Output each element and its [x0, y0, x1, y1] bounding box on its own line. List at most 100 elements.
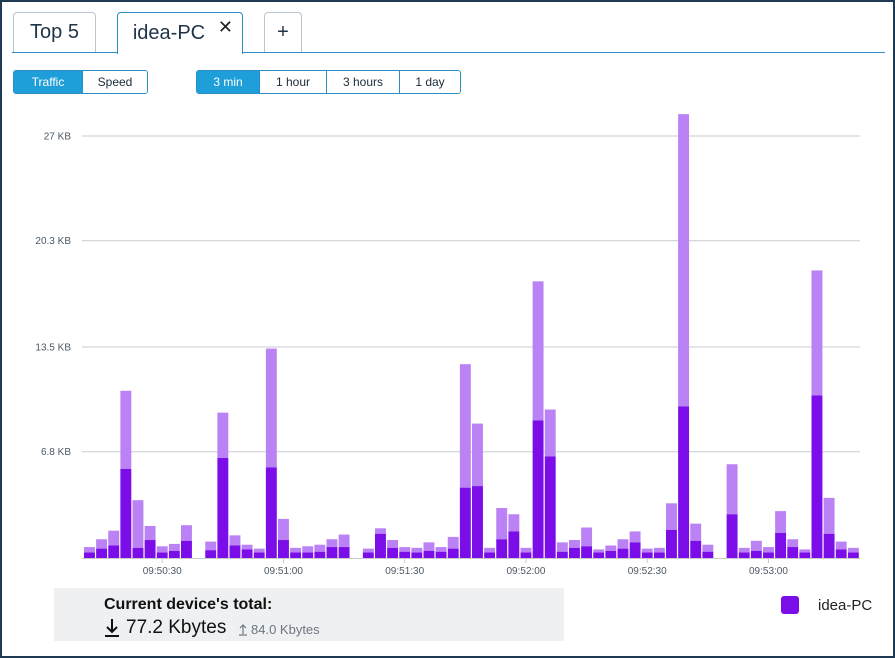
bar-upload[interactable]: [641, 548, 653, 553]
bar-upload[interactable]: [290, 547, 302, 553]
bar-download[interactable]: [265, 467, 277, 558]
bar-download[interactable]: [326, 547, 338, 558]
bar-download[interactable]: [581, 546, 593, 558]
bar-download[interactable]: [338, 547, 350, 558]
bar-upload[interactable]: [799, 549, 811, 553]
bar-download[interactable]: [496, 539, 508, 558]
bar-upload[interactable]: [544, 409, 556, 457]
bar-upload[interactable]: [132, 500, 144, 548]
bar-download[interactable]: [835, 549, 847, 558]
bar-upload[interactable]: [217, 412, 229, 458]
add-tab-button[interactable]: +: [264, 12, 302, 52]
range-1day-button[interactable]: 1 day: [400, 71, 460, 93]
bar-upload[interactable]: [181, 525, 192, 541]
bar-download[interactable]: [387, 547, 399, 558]
bar-download[interactable]: [144, 540, 156, 558]
bar-upload[interactable]: [763, 547, 774, 553]
bar-download[interactable]: [678, 406, 690, 558]
bar-upload[interactable]: [617, 539, 629, 549]
bar-upload[interactable]: [399, 547, 411, 552]
bar-download[interactable]: [544, 456, 556, 558]
bar-download[interactable]: [229, 545, 241, 558]
bar-download[interactable]: [653, 552, 665, 558]
bar-download[interactable]: [484, 552, 496, 558]
bar-upload[interactable]: [120, 390, 132, 469]
bar-upload[interactable]: [532, 281, 544, 421]
bar-download[interactable]: [641, 552, 653, 558]
bar-download[interactable]: [508, 531, 520, 558]
bar-upload[interactable]: [702, 544, 714, 552]
bar-upload[interactable]: [229, 535, 241, 546]
bar-download[interactable]: [775, 532, 787, 558]
bar-upload[interactable]: [108, 530, 120, 546]
bar-download[interactable]: [569, 547, 580, 558]
bar-upload[interactable]: [593, 549, 605, 553]
bar-upload[interactable]: [423, 542, 435, 551]
bar-upload[interactable]: [690, 523, 702, 541]
range-1hour-button[interactable]: 1 hour: [260, 71, 327, 93]
chart-legend[interactable]: idea-PC: [781, 596, 872, 614]
bar-upload[interactable]: [278, 518, 289, 541]
bar-upload[interactable]: [472, 423, 483, 487]
bar-upload[interactable]: [411, 547, 423, 553]
bar-download[interactable]: [750, 550, 762, 558]
bar-upload[interactable]: [787, 539, 799, 548]
bar-download[interactable]: [423, 550, 435, 558]
tab-idea-pc[interactable]: idea-PC ✕: [117, 12, 243, 54]
bar-download[interactable]: [690, 540, 702, 558]
bar-upload[interactable]: [823, 497, 835, 534]
bar-download[interactable]: [205, 550, 217, 558]
bar-upload[interactable]: [96, 539, 108, 549]
bar-download[interactable]: [290, 552, 302, 558]
range-3min-button[interactable]: 3 min: [197, 71, 260, 93]
bar-download[interactable]: [556, 551, 568, 558]
speed-button[interactable]: Speed: [83, 71, 147, 93]
bar-download[interactable]: [314, 551, 326, 558]
bar-upload[interactable]: [653, 547, 665, 553]
bar-download[interactable]: [435, 551, 447, 558]
bar-download[interactable]: [108, 545, 120, 558]
bar-upload[interactable]: [508, 514, 520, 532]
bar-download[interactable]: [823, 533, 835, 558]
bar-upload[interactable]: [447, 536, 459, 549]
bar-download[interactable]: [302, 552, 314, 558]
bar-upload[interactable]: [205, 541, 217, 551]
bar-upload[interactable]: [629, 531, 641, 543]
bar-download[interactable]: [156, 552, 168, 558]
bar-download[interactable]: [593, 552, 605, 558]
bar-upload[interactable]: [520, 547, 532, 553]
bar-upload[interactable]: [84, 547, 95, 553]
bar-download[interactable]: [447, 548, 459, 558]
bar-download[interactable]: [787, 547, 799, 558]
bar-download[interactable]: [847, 552, 859, 558]
bar-download[interactable]: [362, 552, 374, 558]
bar-upload[interactable]: [556, 542, 568, 552]
bar-upload[interactable]: [314, 544, 326, 552]
bar-upload[interactable]: [569, 540, 580, 548]
bar-upload[interactable]: [811, 270, 823, 396]
bar-upload[interactable]: [835, 541, 847, 550]
bar-download[interactable]: [472, 486, 483, 558]
bar-download[interactable]: [120, 468, 132, 558]
bar-download[interactable]: [253, 552, 265, 558]
bar-download[interactable]: [459, 487, 471, 558]
bar-download[interactable]: [132, 547, 144, 558]
bar-download[interactable]: [84, 552, 95, 558]
bar-download[interactable]: [181, 540, 192, 558]
bar-upload[interactable]: [726, 464, 738, 515]
bar-download[interactable]: [702, 551, 714, 558]
bar-upload[interactable]: [375, 528, 386, 534]
bar-upload[interactable]: [435, 547, 447, 552]
close-icon[interactable]: ✕: [218, 17, 233, 38]
bar-upload[interactable]: [338, 534, 350, 548]
bar-download[interactable]: [666, 529, 677, 558]
bar-download[interactable]: [811, 395, 823, 558]
bar-upload[interactable]: [750, 540, 762, 551]
bar-download[interactable]: [399, 551, 411, 558]
bar-download[interactable]: [763, 552, 774, 558]
bar-upload[interactable]: [156, 546, 168, 553]
bar-download[interactable]: [617, 548, 629, 558]
bar-upload[interactable]: [144, 525, 156, 541]
bar-upload[interactable]: [484, 547, 496, 553]
bar-download[interactable]: [629, 542, 641, 558]
